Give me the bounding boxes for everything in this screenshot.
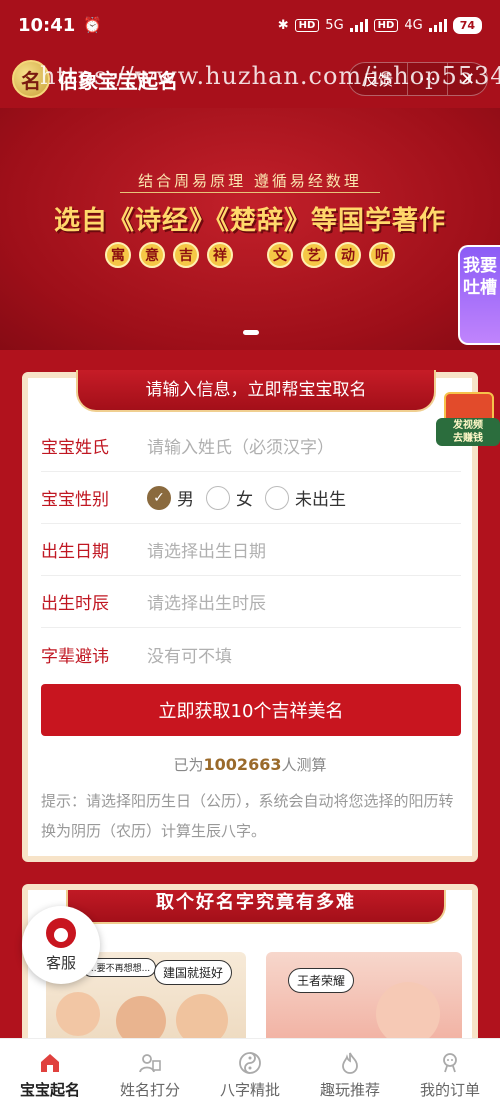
tab-label: 我的订单 — [419, 1080, 480, 1099]
name-form-card: 请输入信息，立即帮宝宝取名 宝宝姓氏 请输入姓氏（必须汉字） 宝宝性别 ✓ 男 … — [22, 370, 478, 862]
comic-face — [376, 982, 440, 1046]
comic-bubble-left: 建国就挺好 — [154, 960, 233, 985]
service-avatar-icon — [46, 917, 76, 948]
title-bar: 名 佰象宝宝起名 https://www.huzhan.com/ishop553… — [0, 50, 500, 108]
birth-date-picker[interactable]: 请选择出生日期 — [147, 537, 266, 562]
status-time: 10:41 — [18, 14, 76, 36]
banner-pill: 意 — [139, 242, 165, 268]
surname-row[interactable]: 宝宝姓氏 请输入姓氏（必须汉字） — [41, 420, 461, 472]
hd-badge-1: HD — [294, 18, 320, 32]
video-earn-label: 发视频 去赚钱 — [436, 418, 500, 446]
banner-pills: 寓 意 吉 祥 文 艺 动 听 — [0, 242, 500, 268]
form-header: 请输入信息，立即帮宝宝取名 — [76, 370, 436, 412]
gender-radio-female[interactable]: 女 — [206, 485, 253, 510]
bluetooth-icon: ✱ — [277, 17, 289, 33]
tab-bazi[interactable]: 八字精批 — [200, 1039, 300, 1111]
radio-circle-icon — [265, 485, 289, 510]
carousel-indicator[interactable] — [243, 330, 259, 335]
banner-pill: 艺 — [301, 242, 327, 268]
surname-label: 宝宝姓氏 — [41, 438, 109, 458]
signal-icon-1 — [349, 18, 368, 32]
banner-pill: 寓 — [105, 242, 131, 268]
hd-badge-2: HD — [373, 18, 399, 32]
birth-hour-label: 出生时辰 — [41, 594, 109, 614]
taboo-label: 字辈避讳 — [41, 646, 109, 667]
tab-label: 趣玩推荐 — [319, 1080, 380, 1099]
video-earn-line2: 去赚钱 — [453, 433, 483, 444]
yinyang-icon — [239, 1051, 261, 1074]
signal-icon-2 — [428, 18, 447, 32]
gender-label: 宝宝性别 — [41, 490, 109, 510]
birth-hour-row[interactable]: 出生时辰 请选择出生时辰 — [41, 576, 461, 628]
network-label-1: 5G — [325, 17, 344, 33]
surname-input[interactable]: 请输入姓氏（必须汉字） — [147, 433, 334, 458]
miniapp-capsule: 反馈 ··· ✕ — [347, 62, 488, 96]
app-title: 佰象宝宝起名 — [58, 68, 178, 93]
tab-name-score[interactable]: 姓名打分 — [100, 1039, 200, 1111]
service-label: 客服 — [45, 953, 76, 972]
banner-divider — [120, 192, 380, 193]
video-earn-badge[interactable]: 发视频 去赚钱 — [436, 392, 500, 448]
video-earn-line1: 发视频 — [453, 420, 483, 431]
gender-radio-unborn[interactable]: 未出生 — [265, 485, 346, 510]
bottom-tab-bar: 宝宝起名 姓名打分 八字精批 趣玩推荐 我的订单 — [0, 1038, 500, 1111]
tab-label: 八字精批 — [219, 1080, 280, 1099]
tab-label: 姓名打分 — [119, 1080, 180, 1099]
app-logo: 名 — [12, 60, 50, 98]
home-icon — [41, 1053, 59, 1072]
gender-radio-male[interactable]: ✓ 男 — [147, 485, 194, 510]
banner-subtitle: 结合周易原理 遵循易经数理 — [138, 172, 362, 190]
get-names-button[interactable]: 立即获取10个吉祥美名 — [41, 684, 461, 736]
comic-bubble-right: 王者荣耀 — [288, 968, 355, 993]
alarm-icon: ⏰ — [83, 16, 102, 34]
tab-fun[interactable]: 趣玩推荐 — [300, 1039, 400, 1111]
gender-option-label: 男 — [177, 490, 194, 510]
comic-face — [56, 992, 100, 1036]
close-icon[interactable]: ✕ — [447, 63, 487, 95]
gender-option-label: 未出生 — [295, 490, 346, 510]
banner-headline: 选自《诗经》《楚辞》等国学著作 — [53, 206, 446, 236]
banner-pill: 听 — [369, 242, 395, 268]
customer-service-button[interactable]: 客服 — [22, 906, 100, 984]
network-label-2: 4G — [404, 17, 423, 33]
radio-circle-icon — [206, 485, 230, 510]
banner-pill: 文 — [267, 242, 293, 268]
fire-icon — [342, 1052, 358, 1074]
birth-hour-picker[interactable]: 请选择出生时辰 — [147, 589, 266, 614]
card2-header: 取个好名字究竟有多难 — [66, 890, 446, 924]
banner-pill: 动 — [335, 242, 361, 268]
taboo-row[interactable]: 字辈避讳 没有可不填 — [41, 628, 461, 680]
banner-pill: 祥 — [207, 242, 233, 268]
banner[interactable]: 结合周易原理 遵循易经数理 选自《诗经》《楚辞》等国学著作 寓 意 吉 祥 文 … — [0, 108, 500, 350]
birth-date-label: 出生日期 — [41, 542, 109, 562]
count-prefix: 已为 — [173, 756, 204, 774]
more-icon[interactable]: ··· — [407, 63, 447, 95]
feedback-button[interactable]: 反馈 — [349, 63, 407, 95]
user-icon — [443, 1052, 457, 1072]
tab-label: 宝宝起名 — [19, 1080, 80, 1099]
calculation-count: 已为1002663人测算 — [28, 754, 472, 775]
status-icons: ✱ HD 5G HD 4G 74 — [277, 16, 482, 34]
form-tip: 提示：请选择阳历生日（公历），系统会自动将您选择的阳历转换为阴历（农历）计算生辰… — [41, 792, 454, 840]
banner-pill: 吉 — [173, 242, 199, 268]
tab-my-orders[interactable]: 我的订单 — [400, 1039, 500, 1111]
taboo-input[interactable]: 没有可不填 — [147, 642, 232, 667]
battery-indicator: 74 — [452, 16, 482, 34]
count-value: 1002663 — [203, 755, 282, 774]
tab-baby-naming[interactable]: 宝宝起名 — [0, 1039, 100, 1111]
complaint-tab[interactable]: 我要吐槽 — [458, 245, 500, 345]
check-icon: ✓ — [147, 485, 171, 510]
score-icon — [139, 1053, 161, 1072]
birth-date-row[interactable]: 出生日期 请选择出生日期 — [41, 524, 461, 576]
status-bar: 10:41 ⏰ ✱ HD 5G HD 4G 74 — [0, 0, 500, 50]
count-suffix: 人测算 — [281, 756, 327, 774]
gender-row: 宝宝性别 ✓ 男 女 未出生 — [41, 472, 461, 524]
gender-option-label: 女 — [236, 490, 253, 510]
